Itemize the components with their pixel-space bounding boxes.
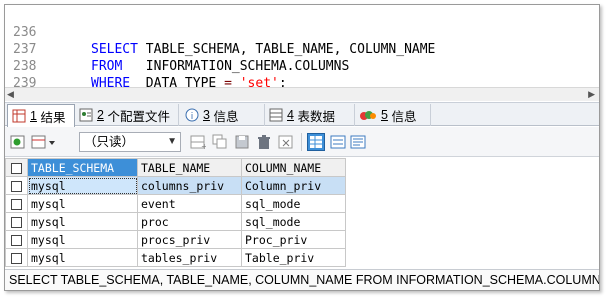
refresh-icon xyxy=(10,135,25,149)
result-grid: TABLE_SCHEMA TABLE_NAME COLUMN_NAME mysq… xyxy=(5,158,599,268)
form-view-button[interactable] xyxy=(329,133,347,151)
table-data-icon xyxy=(269,108,283,122)
query-window: 236 SELECT TABLE_SCHEMA, TABLE_NAME, COL… xyxy=(4,4,600,291)
checkbox-icon[interactable] xyxy=(11,162,22,174)
tab-label: 表数据 xyxy=(297,109,335,124)
table-cell[interactable]: Table_priv xyxy=(241,248,346,267)
table-cell[interactable]: mysql xyxy=(27,176,138,195)
history-icon xyxy=(359,108,377,122)
svg-text:+: + xyxy=(201,142,206,150)
checkbox-icon[interactable] xyxy=(11,198,22,210)
column-header-table-name[interactable]: TABLE_NAME xyxy=(137,158,242,177)
grid-icon xyxy=(12,109,26,123)
result-tabs: 1 结果 2 个配置文件 i 3 信息 4 表数据 5 信息 xyxy=(5,102,599,127)
tab-number: 3 xyxy=(203,108,210,122)
export-dropdown-button[interactable] xyxy=(31,133,57,151)
chevron-down-icon: ▼ xyxy=(167,136,177,147)
info-icon: i xyxy=(185,108,199,122)
scroll-left-icon[interactable]: ◀ xyxy=(7,90,17,100)
tab-label: 信息 xyxy=(391,109,417,124)
tab-results[interactable]: 1 结果 xyxy=(7,104,75,127)
insert-row-button[interactable]: + xyxy=(189,133,207,151)
table-cell[interactable]: sql_mode xyxy=(241,212,346,231)
table-row[interactable]: mysql procs_priv Proc_priv xyxy=(5,230,346,249)
editor-line: 239 xyxy=(5,58,599,87)
refresh-button[interactable] xyxy=(9,133,27,151)
column-header-table-schema[interactable]: TABLE_SCHEMA xyxy=(27,158,138,177)
horizontal-scrollbar[interactable]: ◀ ▶ xyxy=(5,87,599,101)
checkbox-icon[interactable] xyxy=(11,216,22,228)
table-cell[interactable]: sql_mode xyxy=(241,194,346,213)
tab-profiles[interactable]: 2 个配置文件 xyxy=(75,104,179,126)
tab-label: 信息 xyxy=(213,109,239,124)
editor-line: 240 xyxy=(5,75,599,87)
status-bar: SELECT TABLE_SCHEMA, TABLE_NAME, COLUMN_… xyxy=(5,269,599,290)
readonly-select-value: （只读） xyxy=(84,135,135,149)
profile-icon xyxy=(79,108,93,122)
tab-number: 5 xyxy=(381,108,388,122)
editor-line: 237 FROM INFORMATION_SCHEMA.COLUMNS xyxy=(5,24,599,74)
row-checkbox[interactable] xyxy=(5,176,28,195)
table-cell[interactable]: proc xyxy=(137,212,242,231)
text-view-icon xyxy=(350,135,366,149)
save-button[interactable] xyxy=(233,133,251,151)
row-checkbox[interactable] xyxy=(5,212,28,231)
tab-messages[interactable]: i 3 信息 xyxy=(181,104,265,126)
editor-line: 236 SELECT TABLE_SCHEMA, TABLE_NAME, COL… xyxy=(5,7,599,57)
save-icon xyxy=(235,135,249,149)
table-row[interactable]: mysql event sql_mode xyxy=(5,194,346,213)
header-row: TABLE_SCHEMA TABLE_NAME COLUMN_NAME xyxy=(5,158,346,177)
table-cell[interactable]: procs_priv xyxy=(137,230,242,249)
tab-number: 4 xyxy=(287,108,294,122)
table-cell[interactable]: columns_priv xyxy=(137,176,242,195)
delete-button[interactable] xyxy=(255,133,273,151)
tab-history[interactable]: 5 信息 xyxy=(355,104,431,126)
row-checkbox[interactable] xyxy=(5,194,28,213)
insert-row-icon: + xyxy=(190,135,206,150)
tab-label: 个配置文件 xyxy=(107,109,170,124)
form-view-icon xyxy=(330,135,346,149)
select-all-checkbox[interactable] xyxy=(5,158,28,177)
svg-text:i: i xyxy=(191,112,194,122)
scroll-right-icon[interactable]: ▶ xyxy=(585,90,595,100)
row-checkbox[interactable] xyxy=(5,248,28,267)
table-cell[interactable]: mysql xyxy=(27,212,138,231)
result-table: TABLE_SCHEMA TABLE_NAME COLUMN_NAME mysq… xyxy=(5,158,346,267)
status-query-text: SELECT TABLE_SCHEMA, TABLE_NAME, COLUMN_… xyxy=(9,273,599,287)
column-header-column-name[interactable]: COLUMN_NAME xyxy=(241,158,346,177)
editor-line: 238 WHERE DATA_TYPE = 'set'; xyxy=(5,41,599,87)
results-toolbar: （只读） ▼ + xyxy=(5,127,599,157)
tab-number: 1 xyxy=(30,109,37,123)
checkbox-icon[interactable] xyxy=(11,234,22,246)
grid-view-icon xyxy=(310,136,322,148)
table-cell[interactable]: mysql xyxy=(27,248,138,267)
table-cell[interactable]: tables_priv xyxy=(137,248,242,267)
duplicate-row-button[interactable] xyxy=(211,133,229,151)
tab-label: 结果 xyxy=(40,110,66,125)
checkbox-icon[interactable] xyxy=(11,252,22,264)
tab-table-data[interactable]: 4 表数据 xyxy=(265,104,355,126)
table-row[interactable]: mysql columns_priv Column_priv xyxy=(5,176,346,195)
trash-icon xyxy=(258,135,270,149)
table-cell[interactable]: mysql xyxy=(27,230,138,249)
row-checkbox[interactable] xyxy=(5,230,28,249)
duplicate-icon xyxy=(212,134,227,149)
toolbar-divider xyxy=(301,133,302,151)
discard-icon xyxy=(278,135,293,149)
export-icon xyxy=(31,135,55,149)
tab-number: 2 xyxy=(97,108,104,122)
table-cell[interactable]: event xyxy=(137,194,242,213)
checkbox-icon[interactable] xyxy=(11,180,22,192)
grid-view-button[interactable] xyxy=(307,133,325,151)
table-row[interactable]: mysql proc sql_mode xyxy=(5,212,346,231)
table-cell[interactable]: Column_priv xyxy=(241,176,346,195)
discard-button[interactable] xyxy=(277,133,295,151)
readonly-select[interactable]: （只读） ▼ xyxy=(79,132,181,152)
sql-editor[interactable]: 236 SELECT TABLE_SCHEMA, TABLE_NAME, COL… xyxy=(5,5,599,87)
table-row[interactable]: mysql tables_priv Table_priv xyxy=(5,248,346,267)
table-cell[interactable]: Proc_priv xyxy=(241,230,346,249)
table-cell[interactable]: mysql xyxy=(27,194,138,213)
text-view-button[interactable] xyxy=(349,133,367,151)
